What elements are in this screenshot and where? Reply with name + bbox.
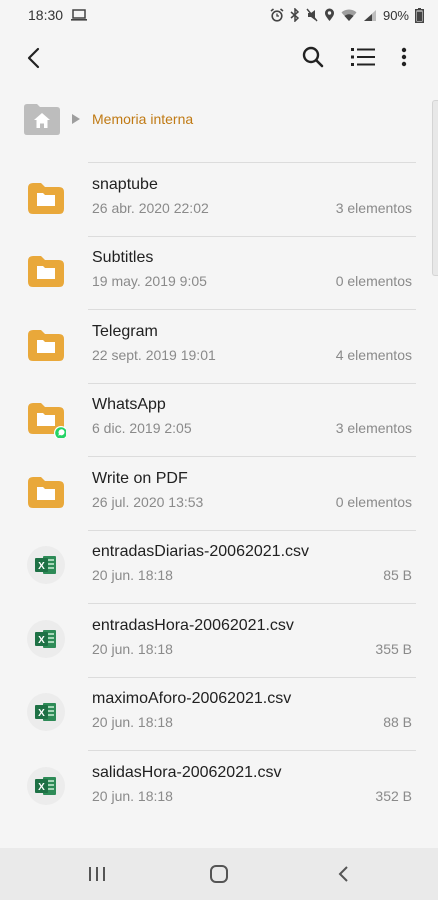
item-name: maximoAforo-20062021.csv (92, 690, 292, 707)
item-name: entradasHora-20062021.csv (92, 616, 294, 634)
file-row[interactable]: XmaximoAforo-20062021.csv 20 jun. 18:18 88… (0, 678, 438, 751)
file-size: 355 B (375, 640, 412, 657)
more-vert-icon (401, 47, 407, 67)
bluetooth-icon (290, 8, 300, 22)
svg-text:X: X (38, 561, 45, 572)
file-row[interactable]: XentradasHora-20062021.csv 20 jun. 18:18 3… (0, 605, 438, 678)
whatsapp-folder-icon (26, 398, 68, 440)
item-count: 3 elementos (335, 199, 412, 216)
folder-row[interactable]: 23 nov. 2018 23:191 elemento (0, 148, 438, 163)
back-arrow-icon (27, 47, 40, 69)
file-size: 88 B (383, 714, 412, 730)
battery-level: 90% (382, 7, 409, 23)
battery-icon (415, 7, 424, 23)
search-icon (302, 46, 324, 68)
item-date: 19 may. 2019 9:05 (92, 273, 207, 289)
item-name: snaptube (92, 175, 158, 193)
navigation-bar (0, 848, 438, 900)
folder-row[interactable]: Write on PDF 26 jul. 2020 13:53 0 elemento… (0, 458, 438, 531)
file-row[interactable]: XentradasDiarias-20062021.csv 20 jun. 18:… (0, 531, 438, 604)
item-name: Write on PDF (92, 469, 188, 487)
folder-icon (26, 472, 66, 512)
mute-icon (306, 8, 318, 22)
app-bar (0, 30, 438, 84)
item-count: 3 elementos (335, 420, 412, 436)
nav-back-icon (338, 866, 348, 882)
item-date: 26 abr. 2020 22:02 (92, 199, 209, 216)
item-date: 20 jun. 18:18 (92, 640, 173, 657)
file-row[interactable]: XsalidasHora-20062021.csv 20 jun. 18:18 35… (0, 752, 438, 825)
item-date: 26 jul. 2020 13:53 (92, 493, 204, 510)
item-name: salidasHora-20062021.csv (92, 763, 282, 781)
wifi-icon (341, 9, 357, 22)
folder-icon (26, 178, 66, 218)
folder-row[interactable]: Telegram 22 sept. 2019 19:01 4 elementos (0, 311, 438, 384)
item-count: 0 elementos (335, 273, 412, 289)
back-button[interactable] (20, 44, 48, 72)
folder-row[interactable]: Subtitles 19 may. 2019 9:05 0 elementos (0, 237, 438, 310)
file-size: 85 B (383, 567, 412, 583)
item-name: WhatsApp (92, 396, 166, 413)
status-time: 18:30 (28, 7, 64, 23)
folder-row[interactable]: snaptube 26 abr. 2020 22:02 3 elementos (0, 164, 438, 237)
excel-csv-icon: X (26, 545, 66, 585)
more-options-button[interactable] (392, 42, 416, 72)
item-count: 0 elementos (335, 493, 412, 510)
svg-text:X: X (38, 782, 45, 793)
signal-icon (363, 9, 377, 22)
screen-cast-icon (71, 9, 88, 21)
item-date: 20 jun. 18:18 (92, 567, 173, 583)
home-button[interactable] (206, 862, 232, 886)
breadcrumb-separator-icon (72, 114, 80, 124)
nav-back-button[interactable] (330, 862, 356, 886)
scroll-thumb[interactable] (432, 100, 438, 276)
item-count: 4 elementos (335, 346, 412, 363)
breadcrumb-current[interactable]: Memoria interna (92, 111, 193, 127)
list-view-icon (351, 48, 375, 66)
item-name: Subtitles (92, 249, 154, 266)
folder-row[interactable]: WhatsApp 6 dic. 2019 2:05 3 elementos (0, 384, 438, 457)
alarm-icon (270, 8, 284, 22)
svg-text:X: X (38, 635, 45, 646)
item-date: 22 sept. 2019 19:01 (92, 346, 216, 363)
excel-csv-icon: X (26, 766, 66, 806)
item-name: Telegram (92, 322, 158, 340)
home-folder-icon[interactable] (24, 103, 60, 135)
item-date: 6 dic. 2019 2:05 (92, 420, 192, 436)
file-list: 23 nov. 2018 23:191 elemento snaptube 26 a… (0, 148, 438, 848)
item-name: entradasDiarias-20062021.csv (92, 543, 310, 560)
home-icon (210, 865, 228, 883)
recent-apps-button[interactable] (84, 862, 110, 886)
item-date: 20 jun. 18:18 (92, 714, 173, 730)
item-date: 20 jun. 18:18 (92, 787, 173, 804)
recent-apps-icon (89, 867, 105, 881)
folder-icon (26, 325, 66, 365)
folder-icon (26, 251, 66, 291)
excel-csv-icon: X (26, 619, 66, 659)
view-mode-button[interactable] (348, 42, 378, 72)
search-button[interactable] (298, 42, 328, 72)
excel-csv-icon: X (26, 692, 66, 732)
location-icon (324, 8, 335, 22)
svg-text:X: X (38, 708, 45, 719)
breadcrumb: Memoria interna (0, 84, 438, 154)
status-bar: 18:30 90% (0, 0, 438, 30)
file-size: 352 B (375, 787, 412, 804)
